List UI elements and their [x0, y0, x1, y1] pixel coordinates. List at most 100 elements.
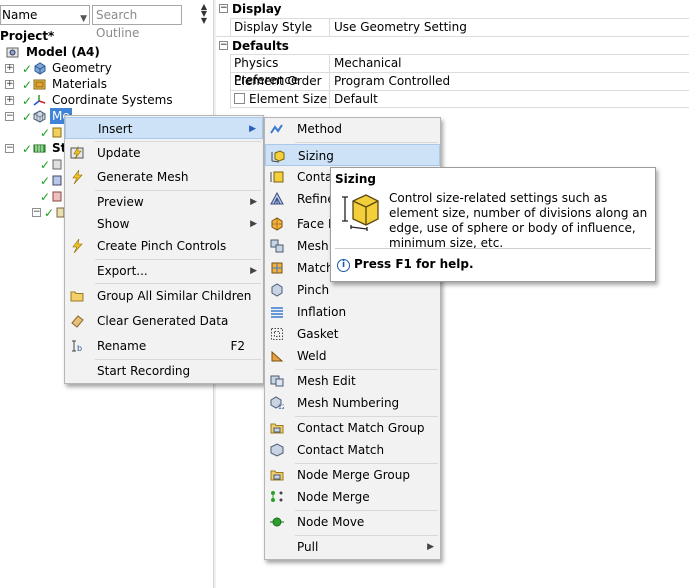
menu-item-weld[interactable]: Weld — [265, 345, 440, 367]
menu-item-contact-match[interactable]: Contact Match — [265, 439, 440, 461]
sizing-icon — [342, 194, 379, 231]
check-icon: ✓ — [40, 126, 51, 140]
tree-item-coordinate-systems[interactable]: + ✓ Coordinate Systems — [0, 92, 214, 108]
menu-item-label: Node Merge Group — [297, 468, 410, 482]
lightning-icon — [72, 239, 83, 253]
menu-item-rename[interactable]: b Rename F2 — [65, 335, 263, 357]
mesh-control-icon — [52, 127, 62, 138]
tree-item-static-structural[interactable]: − ✓ St — [0, 140, 66, 156]
property-row-element-order[interactable]: Element Order Program Controlled — [230, 72, 689, 91]
info-icon: i — [337, 259, 350, 272]
geometry-label: Geometry — [52, 61, 112, 75]
menu-item-generate-mesh[interactable]: Generate Mesh — [65, 166, 263, 188]
property-row-element-size[interactable]: Element Size Default — [230, 90, 689, 109]
static-structural-icon — [33, 144, 46, 153]
name-dropdown[interactable]: Name ▼ — [0, 5, 90, 25]
group-display[interactable]: − Display — [216, 0, 689, 18]
menu-item-label: Create Pinch Controls — [97, 239, 227, 253]
menu-item-export[interactable]: Export... ▶ — [65, 260, 263, 282]
menu-item-node-merge-group[interactable]: Node Merge Group — [265, 464, 440, 486]
expand-icon[interactable]: + — [5, 96, 14, 105]
menu-item-mesh-numbering[interactable]: 12 Mesh Numbering — [265, 392, 440, 414]
menu-item-contact-match-group[interactable]: Contact Match Group — [265, 417, 440, 439]
check-icon: ✓ — [40, 190, 51, 204]
check-icon: ✓ — [44, 206, 55, 220]
menu-item-sizing[interactable]: Sizing — [265, 144, 440, 166]
rename-icon: b — [72, 340, 82, 353]
parameter-checkbox[interactable] — [234, 93, 245, 104]
menu-item-preview[interactable]: Preview ▶ — [65, 191, 263, 213]
tree-item-static-child[interactable]: ✓ — [0, 172, 64, 188]
check-icon: ✓ — [22, 62, 33, 76]
menu-item-label: Method — [297, 122, 343, 136]
menu-item-clear-generated-data[interactable]: Clear Generated Data — [65, 310, 263, 332]
expand-icon[interactable]: + — [5, 80, 14, 89]
menu-item-pull[interactable]: Pull ▶ — [265, 536, 440, 558]
load-icon — [52, 191, 62, 202]
model-label: Model (A4) — [26, 45, 100, 59]
property-value[interactable]: Use Geometry Setting — [331, 19, 467, 37]
tree-item-model[interactable]: Model (A4) — [0, 44, 214, 60]
menu-item-insert[interactable]: Insert ▶ — [65, 117, 263, 139]
lightning-icon — [72, 170, 83, 184]
menu-item-start-recording[interactable]: Start Recording — [65, 360, 263, 382]
group-defaults[interactable]: − Defaults — [216, 36, 689, 54]
node-merge-icon — [271, 491, 283, 502]
collapse-icon[interactable]: − — [219, 41, 228, 50]
property-value[interactable]: Mechanical — [331, 55, 402, 73]
menu-item-label: Show — [97, 217, 130, 231]
group-display-title: Display — [232, 2, 282, 16]
menu-item-gasket[interactable]: Gasket — [265, 323, 440, 345]
outline-header: Name ▼ Search Outline ▲ ▼ ▼ — [0, 3, 214, 40]
collapse-icon[interactable]: − — [32, 208, 41, 217]
menu-item-node-move[interactable]: Node Move — [265, 511, 440, 533]
menu-item-group-all-similar-children[interactable]: Group All Similar Children — [65, 285, 263, 307]
property-row-display-style[interactable]: Display Style Use Geometry Setting — [230, 18, 689, 37]
tree-item-geometry[interactable]: + ✓ Geometry — [0, 60, 214, 76]
property-value[interactable]: Program Controlled — [331, 73, 450, 91]
property-key: Display Style — [230, 19, 330, 37]
menu-item-label: Export... — [97, 264, 148, 278]
tree-item-mesh-child[interactable]: ✓ — [0, 124, 64, 140]
tree-item-solution[interactable]: − ✓ — [0, 204, 64, 220]
menu-item-node-merge[interactable]: Node Merge — [265, 486, 440, 508]
menu-item-label: Start Recording — [97, 364, 191, 378]
svg-text:b: b — [77, 344, 82, 353]
svg-text:12: 12 — [278, 404, 284, 410]
contact-sizing-icon — [270, 171, 284, 183]
menu-item-pinch[interactable]: Pinch — [265, 279, 440, 301]
menu-item-label: Contact Match — [297, 443, 385, 457]
menu-item-label: Mesh Edit — [297, 374, 356, 388]
menu-item-update[interactable]: Update — [65, 142, 263, 164]
expand-icon[interactable]: + — [5, 64, 14, 73]
coordinate-systems-icon — [33, 95, 46, 106]
tree-item-static-child[interactable]: ✓ — [0, 188, 64, 204]
contact-match-group-icon — [270, 423, 284, 434]
menu-item-label: Node Merge — [297, 490, 370, 504]
collapse-icon[interactable]: − — [5, 144, 14, 153]
property-row-physics-preference[interactable]: Physics Preference Mechanical — [230, 54, 689, 87]
menu-item-label: Pinch — [297, 283, 330, 297]
menu-item-label: Pull — [297, 540, 319, 554]
tree-item-materials[interactable]: + ✓ Materials — [0, 76, 214, 92]
menu-item-inflation[interactable]: Inflation — [265, 301, 440, 323]
menu-item-mesh-edit[interactable]: Mesh Edit — [265, 370, 440, 392]
coordinate-systems-label: Coordinate Systems — [52, 93, 173, 107]
collapse-arrows-icon[interactable]: ▲ ▼ ▼ — [198, 3, 210, 25]
search-outline-input[interactable]: Search Outline — [92, 5, 182, 40]
collapse-icon[interactable]: − — [219, 4, 228, 13]
tree-item-static-child[interactable]: ✓ — [0, 156, 64, 172]
menu-item-label: Generate Mesh — [97, 170, 189, 184]
group-defaults-title: Defaults — [232, 39, 289, 53]
mesh-icon — [33, 110, 46, 123]
property-value[interactable]: Default — [331, 91, 378, 109]
menu-item-show[interactable]: Show ▶ — [65, 213, 263, 235]
collapse-icon[interactable]: − — [5, 112, 14, 121]
menu-item-create-pinch-controls[interactable]: Create Pinch Controls — [65, 235, 263, 257]
menu-item-method[interactable]: Method — [265, 118, 440, 140]
chevron-down-icon: ▼ — [80, 14, 87, 24]
support-icon — [52, 175, 62, 186]
sizing-tooltip: Sizing Control size-related settings suc… — [330, 167, 656, 282]
chevron-right-icon: ▶ — [250, 266, 257, 276]
update-icon — [70, 146, 84, 160]
